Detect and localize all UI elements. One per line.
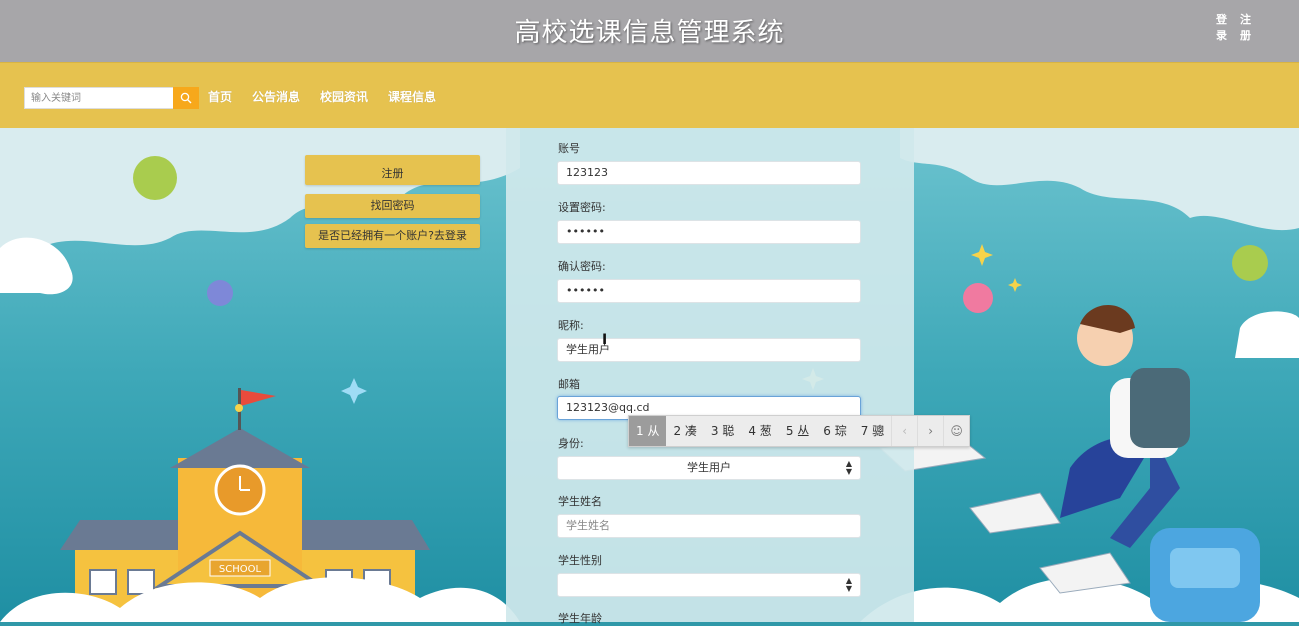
ime-candidate-7[interactable]: 7 骢 (854, 416, 891, 446)
auth-links: 登 注 录 册 (1216, 12, 1256, 43)
select-arrows-icon: ▲ ▼ (845, 576, 852, 593)
ime-prev-page-icon[interactable]: ‹ (891, 416, 917, 446)
title-bar: 高校选课信息管理系统 登 注 录 册 (0, 0, 1299, 62)
find-password-button[interactable]: 找回密码 (305, 194, 480, 218)
role-select-value: 学生用户 (687, 461, 731, 474)
student-age-label: 学生年龄 (558, 612, 602, 625)
go-login-button[interactable]: 是否已经拥有一个账户?去登录 (305, 224, 480, 248)
ime-next-page-icon[interactable]: › (917, 416, 943, 446)
ime-candidate-6[interactable]: 6 琮 (816, 416, 853, 446)
search-button[interactable] (173, 87, 199, 109)
register-link-char-2[interactable]: 册 (1240, 28, 1252, 43)
login-link-char-1[interactable]: 登 (1216, 12, 1228, 27)
school-sign: SCHOOL (219, 564, 262, 575)
password-label: 设置密码: (558, 201, 606, 214)
page-title: 高校选课信息管理系统 (514, 18, 785, 48)
nav-announcements[interactable]: 公告消息 (252, 88, 300, 105)
register-link-char-1[interactable]: 注 (1240, 12, 1252, 27)
nav-course-info[interactable]: 课程信息 (388, 88, 436, 105)
confirm-password-input[interactable]: •••••• (557, 279, 861, 303)
student-gender-select[interactable]: ▲ ▼ (557, 573, 861, 597)
student-name-input[interactable]: 学生姓名 (557, 514, 861, 538)
ime-candidate-1[interactable]: 1 从 (629, 416, 667, 446)
student-gender-label: 学生性别 (558, 554, 602, 567)
ime-candidate-2[interactable]: 2 凑 (666, 416, 703, 446)
search-icon (180, 92, 192, 104)
confirm-password-label: 确认密码: (558, 260, 606, 273)
nav-home[interactable]: 首页 (208, 88, 232, 105)
search-input[interactable] (24, 87, 173, 109)
account-input[interactable]: 123123 (557, 161, 861, 185)
account-label: 账号 (558, 142, 580, 155)
ime-candidate-3[interactable]: 3 聪 (704, 416, 741, 446)
nickname-label: 昵称: (558, 319, 584, 332)
email-label: 邮箱 (558, 378, 580, 391)
search-box (24, 87, 199, 109)
register-button[interactable]: 注册 (305, 155, 480, 185)
select-arrows-icon: ▲ ▼ (845, 459, 852, 476)
ime-candidate-5[interactable]: 5 丛 (779, 416, 816, 446)
password-input[interactable]: •••••• (557, 220, 861, 244)
registration-form: 账号 123123 设置密码: •••••• 确认密码: •••••• 昵称: … (506, 128, 914, 625)
ime-candidate-bar: 1 从 2 凑 3 聪 4 葱 5 丛 6 琮 7 骢 ‹ › ☺ (628, 415, 971, 447)
login-link-char-2[interactable]: 录 (1216, 28, 1228, 43)
nav-bar: 首页 公告消息 校园资讯 课程信息 (0, 62, 1299, 130)
text-cursor-icon: I (602, 332, 608, 348)
nav-links: 首页 公告消息 校园资讯 课程信息 (208, 88, 436, 105)
nav-campus-news[interactable]: 校园资讯 (320, 88, 368, 105)
ime-candidate-4[interactable]: 4 葱 (741, 416, 778, 446)
ime-emoji-icon[interactable]: ☺ (943, 416, 969, 446)
student-name-label: 学生姓名 (558, 495, 602, 508)
role-label: 身份: (558, 437, 584, 450)
role-select[interactable]: 学生用户 ▲ ▼ (557, 456, 861, 480)
